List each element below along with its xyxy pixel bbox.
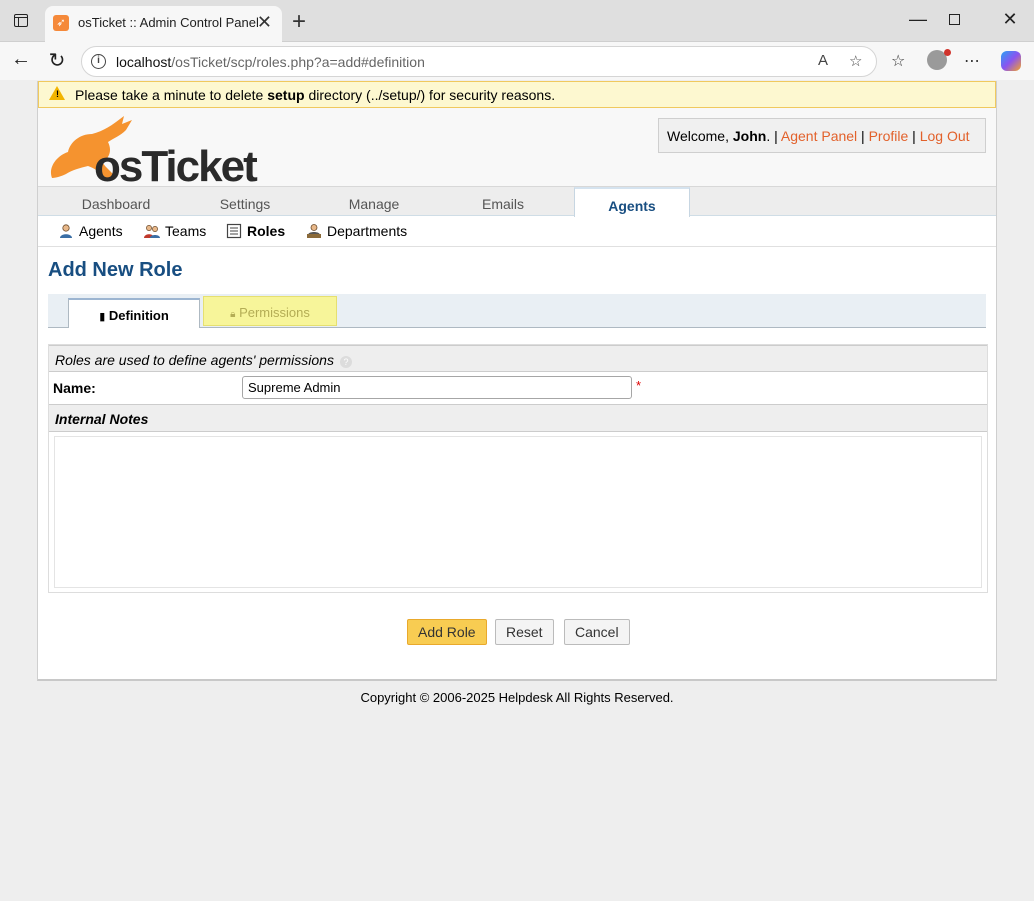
- back-arrow-icon[interactable]: ←: [8, 48, 34, 71]
- subnav-teams[interactable]: Teams: [144, 223, 206, 239]
- internal-notes-header: Internal Notes: [49, 404, 987, 432]
- tab-actions-icon[interactable]: [14, 14, 28, 27]
- favorite-star-icon[interactable]: ☆: [849, 52, 862, 70]
- lock-icon: 🔒︎: [230, 309, 236, 320]
- reset-button[interactable]: Reset: [495, 619, 554, 645]
- main-nav: Dashboard Settings Manage Emails Agents: [38, 186, 996, 218]
- browser-tab-title: osTicket :: Admin Control Panel: [78, 15, 259, 30]
- osticket-favicon-icon: ➶: [53, 15, 69, 31]
- favorites-icon[interactable]: ☆: [891, 51, 905, 71]
- name-label: Name:: [53, 380, 96, 396]
- notification-dot: [944, 49, 951, 56]
- refresh-icon[interactable]: ↻: [44, 48, 70, 73]
- subnav-departments[interactable]: Departments: [306, 223, 407, 239]
- nav-tab-agents[interactable]: Agents: [574, 187, 690, 218]
- form-intro: Roles are used to define agents' permiss…: [49, 345, 987, 372]
- internal-notes-editor[interactable]: [54, 436, 982, 588]
- address-bar[interactable]: i localhost/osTicket/scp/roles.php?a=add…: [81, 46, 877, 77]
- logo-text: osTicket: [94, 142, 258, 191]
- role-tabs: ▮ Definition 🔒︎ Permissions: [48, 294, 986, 328]
- browser-toolbar: ← ↻ i localhost/osTicket/scp/roles.php?a…: [0, 42, 1034, 80]
- tab-permissions[interactable]: 🔒︎ Permissions: [203, 296, 337, 326]
- setup-warning-banner: ! Please take a minute to delete setup d…: [38, 81, 996, 108]
- page-title: Add New Role: [48, 259, 183, 281]
- username: John: [732, 128, 767, 144]
- new-tab-icon[interactable]: +: [292, 8, 306, 36]
- agent-panel-link[interactable]: Agent Panel: [781, 128, 857, 144]
- tab-definition[interactable]: ▮ Definition: [68, 298, 200, 328]
- copilot-icon[interactable]: [1001, 51, 1021, 71]
- subnav-roles[interactable]: Roles: [226, 223, 285, 239]
- url-text[interactable]: localhost/osTicket/scp/roles.php?a=add#d…: [116, 54, 425, 70]
- nav-tab-settings[interactable]: Settings: [187, 187, 303, 217]
- department-icon: [307, 224, 321, 238]
- help-icon[interactable]: ?: [339, 356, 352, 368]
- footer-copyright: Copyright © 2006-2025 Helpdesk All Right…: [360, 690, 674, 705]
- tab-close-icon[interactable]: ✕: [257, 12, 272, 33]
- sub-nav: Agents Teams Roles Departments: [38, 217, 996, 247]
- setup-warning-text: Please take a minute to delete setup dir…: [75, 87, 556, 103]
- nav-tab-dashboard[interactable]: Dashboard: [58, 187, 174, 217]
- page-header: osTicket Welcome, John. | Agent Panel | …: [38, 108, 996, 191]
- nav-tab-manage[interactable]: Manage: [316, 187, 432, 217]
- agent-icon: [60, 224, 72, 238]
- maximize-icon[interactable]: [949, 14, 960, 25]
- window-close-icon[interactable]: ✕: [995, 9, 1025, 30]
- logout-link[interactable]: Log Out: [920, 128, 970, 144]
- minimize-icon[interactable]: —: [903, 9, 933, 30]
- document-icon: ▮: [99, 311, 106, 323]
- profile-link[interactable]: Profile: [869, 128, 909, 144]
- roles-icon: [226, 223, 242, 239]
- subnav-agents[interactable]: Agents: [58, 223, 123, 239]
- admin-page: ! Please take a minute to delete setup d…: [37, 81, 997, 681]
- user-welcome-box: Welcome, John. | Agent Panel | Profile |…: [658, 118, 986, 153]
- osticket-logo[interactable]: osTicket: [46, 112, 258, 191]
- role-definition-form: Roles are used to define agents' permiss…: [48, 344, 988, 593]
- more-menu-icon[interactable]: ⋯: [964, 51, 980, 71]
- cancel-button[interactable]: Cancel: [564, 619, 630, 645]
- browser-tab[interactable]: ➶ osTicket :: Admin Control Panel ✕: [45, 6, 282, 42]
- nav-tab-emails[interactable]: Emails: [445, 187, 561, 217]
- site-info-icon[interactable]: i: [91, 54, 106, 69]
- add-role-button[interactable]: Add Role: [407, 619, 487, 645]
- role-name-input[interactable]: [242, 376, 632, 399]
- required-marker: *: [636, 378, 642, 393]
- read-aloud-icon[interactable]: A: [818, 52, 828, 69]
- teams-icon: [144, 225, 160, 238]
- browser-titlebar: ➶ osTicket :: Admin Control Panel ✕ + — …: [0, 0, 1034, 42]
